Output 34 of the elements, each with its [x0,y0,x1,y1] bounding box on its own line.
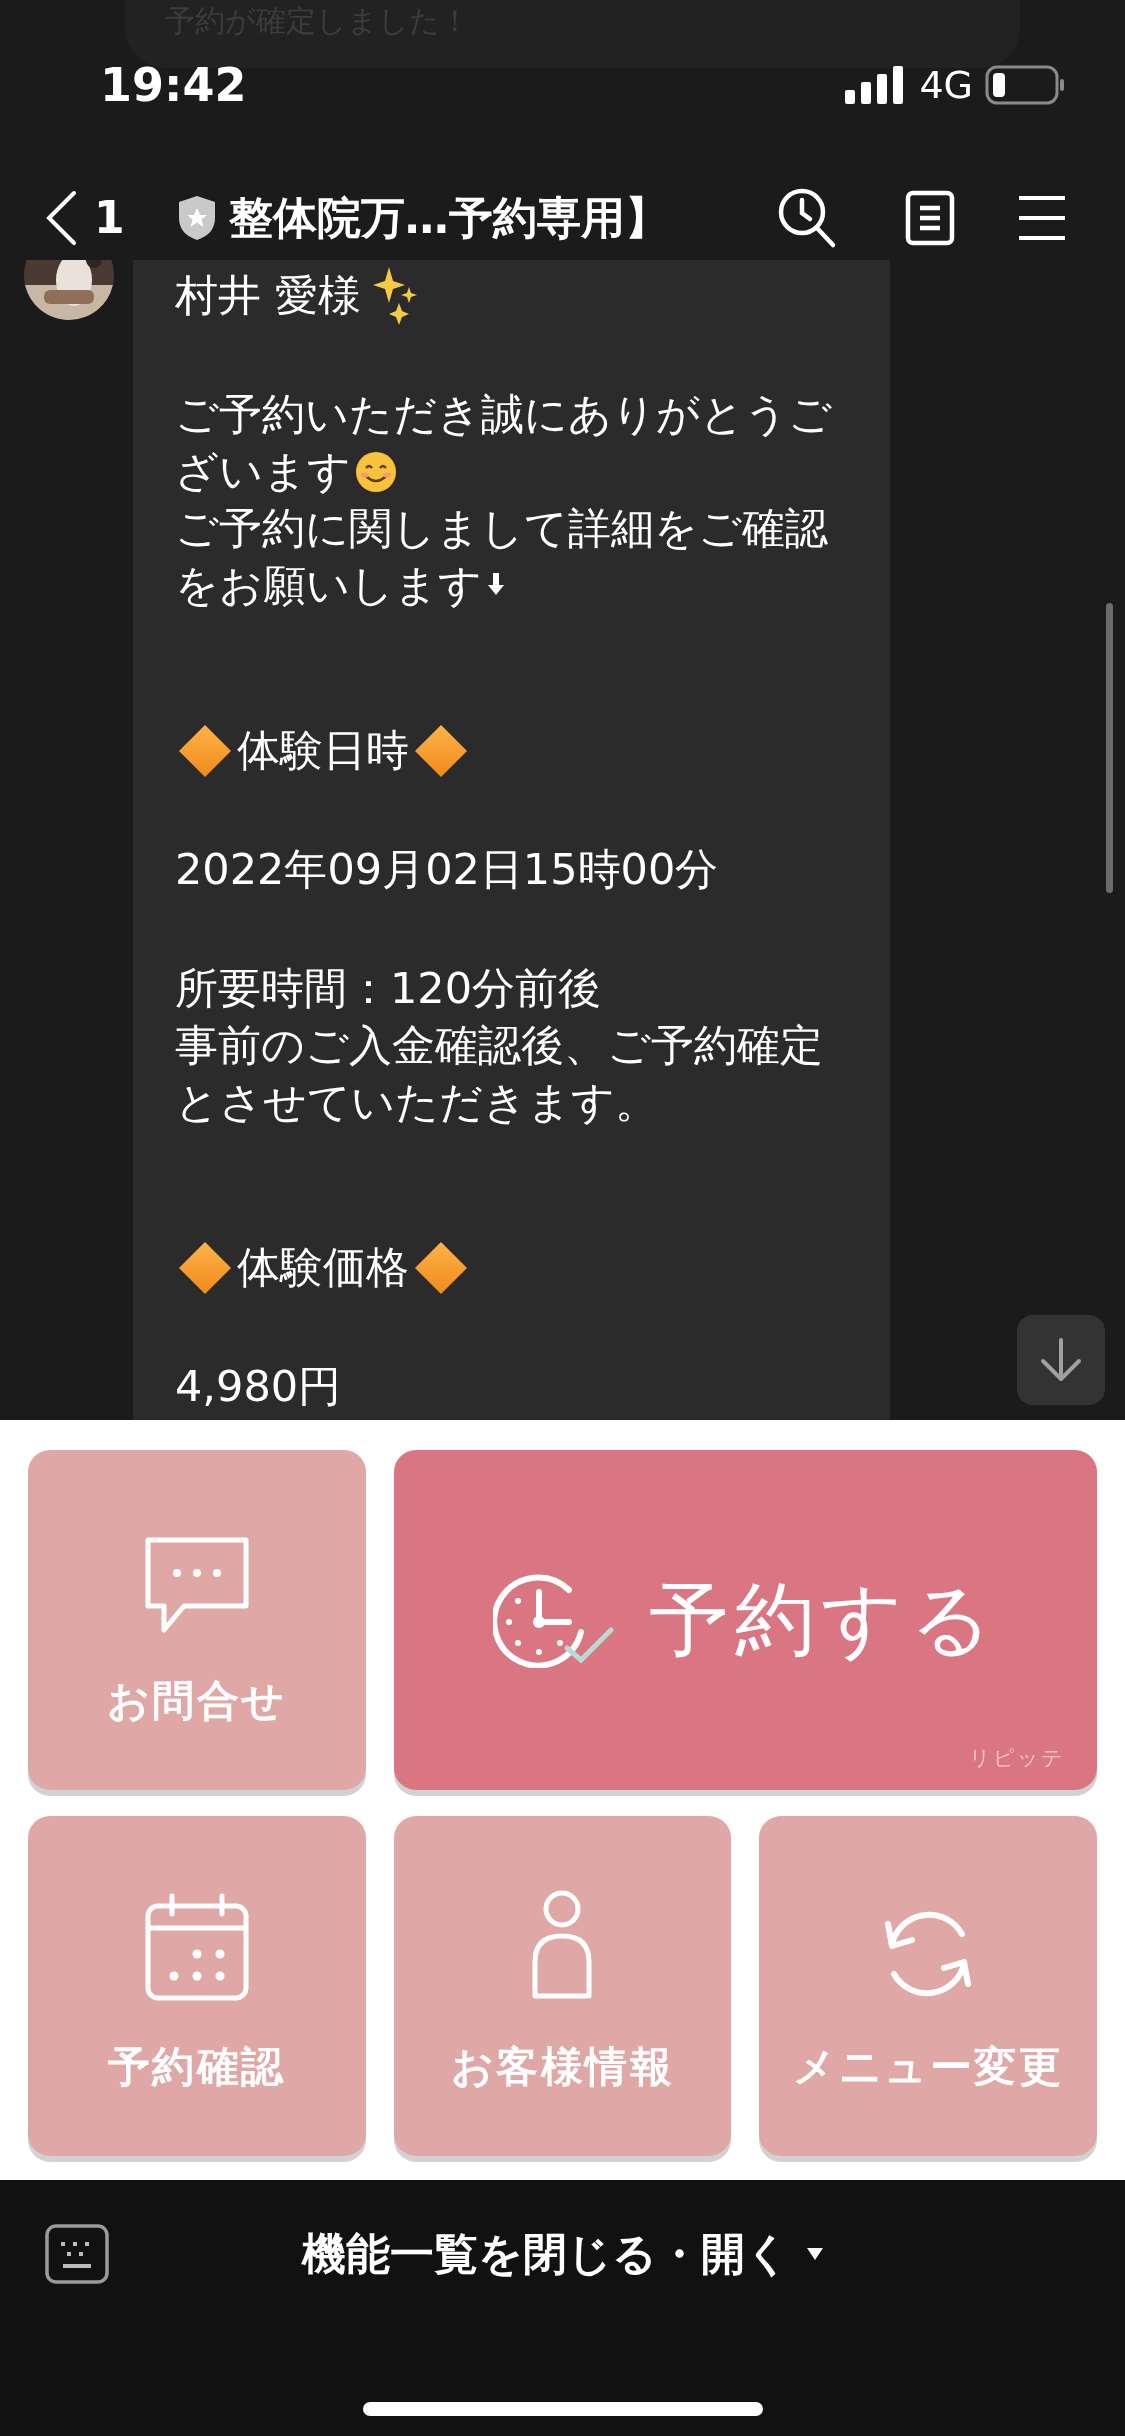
caret-icon[interactable] [805,2247,824,2261]
section-heading: 体験価格 [237,1241,409,1294]
back-chevron-icon[interactable] [44,189,78,246]
calendar-icon [143,1892,250,2002]
message-text: 村井 愛様 [175,269,361,322]
chat-title: 整体院万…予約専用】 [228,195,669,240]
brand-caption: リピッテ [968,1744,1065,1772]
message-text: をお願いします [175,559,482,612]
menu-icon[interactable] [1017,194,1067,241]
scroll-down-button[interactable] [1017,1315,1105,1405]
notes-icon[interactable] [905,189,955,246]
menu-toggle[interactable]: 機能一覧を閉じる・開く [301,2232,790,2276]
message-text: 所要時間：120分前後 [175,962,602,1015]
network-label: 4G [919,66,973,104]
down-arrow-icon [1039,1337,1083,1383]
message-text: ざいます [175,445,351,498]
keyboard-icon[interactable] [45,2224,109,2284]
unread-count[interactable]: 1 [94,195,125,240]
message-text: 事前のご入金確認後、ご予約確定 [175,1019,823,1072]
message-text: 2022年09月02日15時00分 [175,843,719,896]
message-text: とさせていただきます。 [175,1076,658,1129]
speech-bubble-icon [143,1536,250,1636]
signal-icon [845,66,904,104]
shield-icon [176,193,217,242]
down-arrow-icon [486,570,506,597]
battery-icon [985,65,1065,105]
message-text: ご予約いただき誠にありがとうご [175,388,832,441]
person-icon [531,1890,594,2002]
message-text: 4,980円 [175,1360,342,1413]
search-icon[interactable] [777,186,837,249]
section-heading: 体験日時 [237,724,409,777]
smiley-icon [355,450,397,493]
message-text: ご予約に関しまして詳細をご確認 [175,502,828,555]
status-time: 19:42 [100,62,247,108]
